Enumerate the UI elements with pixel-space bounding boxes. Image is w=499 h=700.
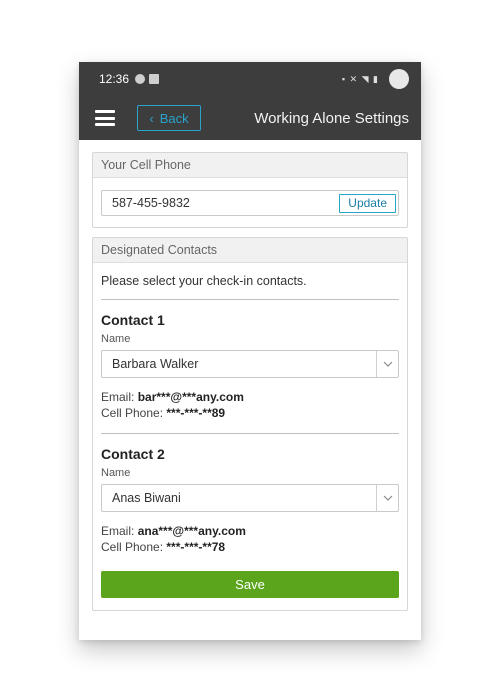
contact-2-name-label: Name bbox=[101, 467, 131, 479]
contact-2-section: Contact 2 Name Anas Biwani Email: ana***… bbox=[101, 433, 399, 555]
status-time: 12:36 bbox=[99, 72, 130, 86]
contact-1-phone-label: Cell Phone: bbox=[101, 406, 164, 420]
image-notification-icon bbox=[149, 74, 160, 84]
cell-phone-value: 587-455-9832 bbox=[112, 196, 190, 210]
system-status-icons: ▪ ✕ ◥ ▮ bbox=[341, 73, 379, 84]
contact-1-section: Contact 1 Name Barbara Walker Email: bar… bbox=[101, 300, 399, 421]
contact-1-email-row: Email: bar***@***any.com bbox=[101, 389, 399, 405]
back-button[interactable]: ‹ Back bbox=[137, 105, 201, 131]
contact-1-email-label: Email: bbox=[101, 390, 135, 404]
phone-screen: 12:36 ▪ ✕ ◥ ▮ ‹ Back Working Alone Setti… bbox=[79, 62, 421, 640]
contact-2-phone-row: Cell Phone: ***-***-**78 bbox=[101, 539, 399, 555]
update-button[interactable]: Update bbox=[339, 193, 396, 213]
designated-contacts-card: Designated Contacts Please select your c… bbox=[92, 237, 408, 611]
cell-phone-header: Your Cell Phone bbox=[93, 153, 407, 178]
contact-1-name-value: Barbara Walker bbox=[112, 357, 199, 371]
status-bar: 12:36 ▪ ✕ ◥ ▮ bbox=[79, 62, 421, 96]
contact-1-name-label: Name bbox=[101, 333, 131, 345]
contact-1-email: bar***@***any.com bbox=[137, 390, 244, 404]
contact-2-email-row: Email: ana***@***any.com bbox=[101, 523, 399, 539]
back-button-label: Back bbox=[159, 110, 189, 126]
designated-contacts-body: Please select your check-in contacts. Co… bbox=[93, 263, 407, 610]
contact-1-info: Email: bar***@***any.com Cell Phone: ***… bbox=[101, 389, 399, 421]
contact-2-title: Contact 2 bbox=[101, 446, 165, 462]
chevron-down-icon bbox=[376, 351, 398, 377]
status-right: ▪ ✕ ◥ ▮ bbox=[342, 69, 409, 89]
page-title: Working Alone Settings bbox=[254, 109, 409, 127]
cell-phone-card: Your Cell Phone 587-455-9832 Update bbox=[92, 152, 408, 228]
main-content: Your Cell Phone 587-455-9832 Update Desi… bbox=[79, 140, 421, 611]
contact-2-email-label: Email: bbox=[101, 524, 135, 538]
cell-phone-row: 587-455-9832 Update bbox=[93, 178, 407, 227]
designated-contacts-header: Designated Contacts bbox=[93, 238, 407, 263]
hamburger-menu-icon[interactable] bbox=[95, 110, 115, 126]
contact-2-info: Email: ana***@***any.com Cell Phone: ***… bbox=[101, 523, 399, 555]
contact-1-name-select[interactable]: Barbara Walker bbox=[101, 350, 399, 378]
contact-1-phone-row: Cell Phone: ***-***-**89 bbox=[101, 405, 399, 421]
contact-2-name-value: Anas Biwani bbox=[112, 491, 181, 505]
contact-2-email: ana***@***any.com bbox=[137, 524, 246, 538]
avatar[interactable] bbox=[389, 69, 409, 89]
notification-icon bbox=[135, 74, 146, 84]
save-button[interactable]: Save bbox=[101, 571, 399, 598]
contact-1-phone: ***-***-**89 bbox=[166, 406, 226, 420]
contact-2-phone: ***-***-**78 bbox=[166, 540, 226, 554]
chevron-down-icon bbox=[376, 485, 398, 511]
cell-phone-field[interactable]: 587-455-9832 Update bbox=[101, 190, 399, 216]
contact-2-phone-label: Cell Phone: bbox=[101, 540, 164, 554]
contact-1-title: Contact 1 bbox=[101, 312, 165, 328]
contacts-instruction: Please select your check-in contacts. bbox=[101, 263, 399, 300]
app-bar: ‹ Back Working Alone Settings bbox=[79, 96, 421, 140]
contact-2-name-select[interactable]: Anas Biwani bbox=[101, 484, 399, 512]
chevron-left-icon: ‹ bbox=[149, 110, 154, 126]
